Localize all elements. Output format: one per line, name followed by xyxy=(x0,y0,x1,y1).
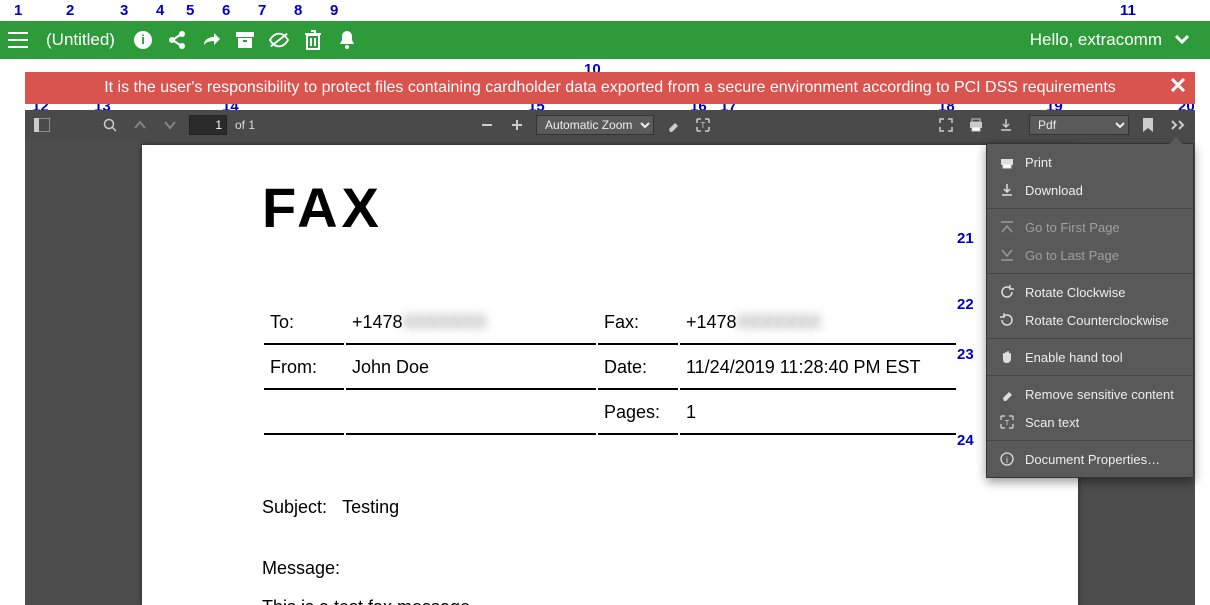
date-label: Date: xyxy=(598,347,678,390)
table-row: From: John Doe Date: 11/24/2019 11:28:40… xyxy=(264,347,956,390)
from-value: John Doe xyxy=(346,347,596,390)
message-label: Message: xyxy=(262,558,958,579)
svg-text:i: i xyxy=(141,32,145,47)
goto-first-icon xyxy=(999,219,1015,235)
prev-page-icon[interactable] xyxy=(129,114,151,136)
pages-label: Pages: xyxy=(598,392,678,435)
ruler-n: 23 xyxy=(957,346,974,363)
svg-text:T: T xyxy=(701,121,706,130)
menu-scan-text[interactable]: TScan text xyxy=(987,408,1193,436)
debug-ruler: 1 2 3 4 5 6 7 8 9 11 xyxy=(0,0,1210,21)
document-title: (Untitled) xyxy=(46,30,115,50)
more-tools-menu: Print Download Go to First Page Go to La… xyxy=(986,143,1194,478)
info-icon[interactable]: i xyxy=(133,30,153,50)
toggle-sidebar-icon[interactable] xyxy=(31,114,53,136)
zoom-select[interactable]: Automatic Zoom xyxy=(536,115,654,135)
hamburger-icon[interactable] xyxy=(8,30,28,50)
info-icon: i xyxy=(999,451,1015,467)
from-label: From: xyxy=(264,347,344,390)
ruler-n: 11 xyxy=(1120,2,1136,19)
to-value: +1478XXXXXXX xyxy=(346,302,596,345)
zoom-in-icon[interactable] xyxy=(506,114,528,136)
ruler-n: 6 xyxy=(222,2,230,19)
bookmark-icon[interactable] xyxy=(1137,114,1159,136)
eraser-icon xyxy=(999,386,1015,402)
share-icon[interactable] xyxy=(167,30,187,50)
bell-icon[interactable] xyxy=(337,30,357,50)
menu-rotate-cw[interactable]: Rotate Clockwise xyxy=(987,278,1193,306)
date-value: 11/24/2019 11:28:40 PM EST xyxy=(680,347,956,390)
ruler-n: 5 xyxy=(186,2,194,19)
menu-rotate-ccw[interactable]: Rotate Counterclockwise xyxy=(987,306,1193,334)
search-icon[interactable] xyxy=(99,114,121,136)
forward-icon[interactable] xyxy=(201,30,221,50)
zoom-out-icon[interactable] xyxy=(476,114,498,136)
fax-value: +1478XXXXXXX xyxy=(680,302,956,345)
fax-heading: FAX xyxy=(262,175,958,240)
print-icon xyxy=(999,154,1015,170)
menu-doc-properties[interactable]: iDocument Properties… xyxy=(987,445,1193,473)
download-icon xyxy=(999,182,1015,198)
ruler-n: 4 xyxy=(156,2,164,19)
trash-icon[interactable] xyxy=(303,30,323,50)
table-row: Pages: 1 xyxy=(264,392,956,435)
svg-text:i: i xyxy=(1006,455,1008,465)
user-greeting: Hello, extracomm xyxy=(1030,30,1162,50)
svg-text:T: T xyxy=(1005,420,1010,427)
ruler-n: 7 xyxy=(258,2,266,19)
menu-last-page: Go to Last Page xyxy=(987,241,1193,269)
table-row: To: +1478XXXXXXX Fax: +1478XXXXXXX xyxy=(264,302,956,345)
ruler-n: 9 xyxy=(330,2,338,19)
user-menu-caret-icon[interactable] xyxy=(1172,30,1192,50)
ruler-n: 1 xyxy=(14,2,22,19)
scan-text-icon[interactable]: T xyxy=(692,114,714,136)
fullscreen-icon[interactable] xyxy=(935,114,957,136)
hand-icon xyxy=(999,349,1015,365)
message-body: This is a test fax message. xyxy=(262,597,958,605)
to-label: To: xyxy=(264,302,344,345)
menu-download[interactable]: Download xyxy=(987,176,1193,204)
download-icon[interactable] xyxy=(995,114,1017,136)
menu-hand-tool[interactable]: Enable hand tool xyxy=(987,343,1193,371)
fax-page: FAX To: +1478XXXXXXX Fax: +1478XXXXXXX F… xyxy=(142,145,1078,605)
app-header: (Untitled) i Hello, extracomm xyxy=(0,21,1210,59)
ruler-n: 8 xyxy=(294,2,302,19)
page-number-input[interactable] xyxy=(189,115,227,135)
more-tools-icon[interactable] xyxy=(1167,114,1189,136)
ruler-n: 22 xyxy=(957,296,974,313)
archive-icon[interactable] xyxy=(235,30,255,50)
ruler-n: 3 xyxy=(120,2,128,19)
eraser-icon[interactable] xyxy=(662,114,684,136)
next-page-icon[interactable] xyxy=(159,114,181,136)
page-count-label: of 1 xyxy=(235,118,255,132)
rotate-ccw-icon xyxy=(999,312,1015,328)
banner-text: It is the user's responsibility to prote… xyxy=(104,79,1116,97)
ruler-n: 24 xyxy=(957,432,974,449)
menu-print[interactable]: Print xyxy=(987,148,1193,176)
subject-line: Subject: Testing xyxy=(262,497,958,518)
print-icon[interactable] xyxy=(965,114,987,136)
pages-value: 1 xyxy=(680,392,956,435)
fax-label: Fax: xyxy=(598,302,678,345)
download-format-select[interactable]: Pdf xyxy=(1029,115,1129,135)
hide-icon[interactable] xyxy=(269,30,289,50)
ruler-n: 2 xyxy=(66,2,74,19)
viewer-toolbar: of 1 Automatic Zoom T Pdf xyxy=(25,110,1195,140)
menu-remove-sensitive[interactable]: Remove sensitive content xyxy=(987,380,1193,408)
ruler-n: 21 xyxy=(957,230,974,247)
menu-first-page: Go to First Page xyxy=(987,213,1193,241)
scan-text-icon: T xyxy=(999,414,1015,430)
pci-warning-banner: It is the user's responsibility to prote… xyxy=(25,72,1195,104)
rotate-cw-icon xyxy=(999,284,1015,300)
goto-last-icon xyxy=(999,247,1015,263)
banner-close-icon[interactable] xyxy=(1171,78,1185,92)
